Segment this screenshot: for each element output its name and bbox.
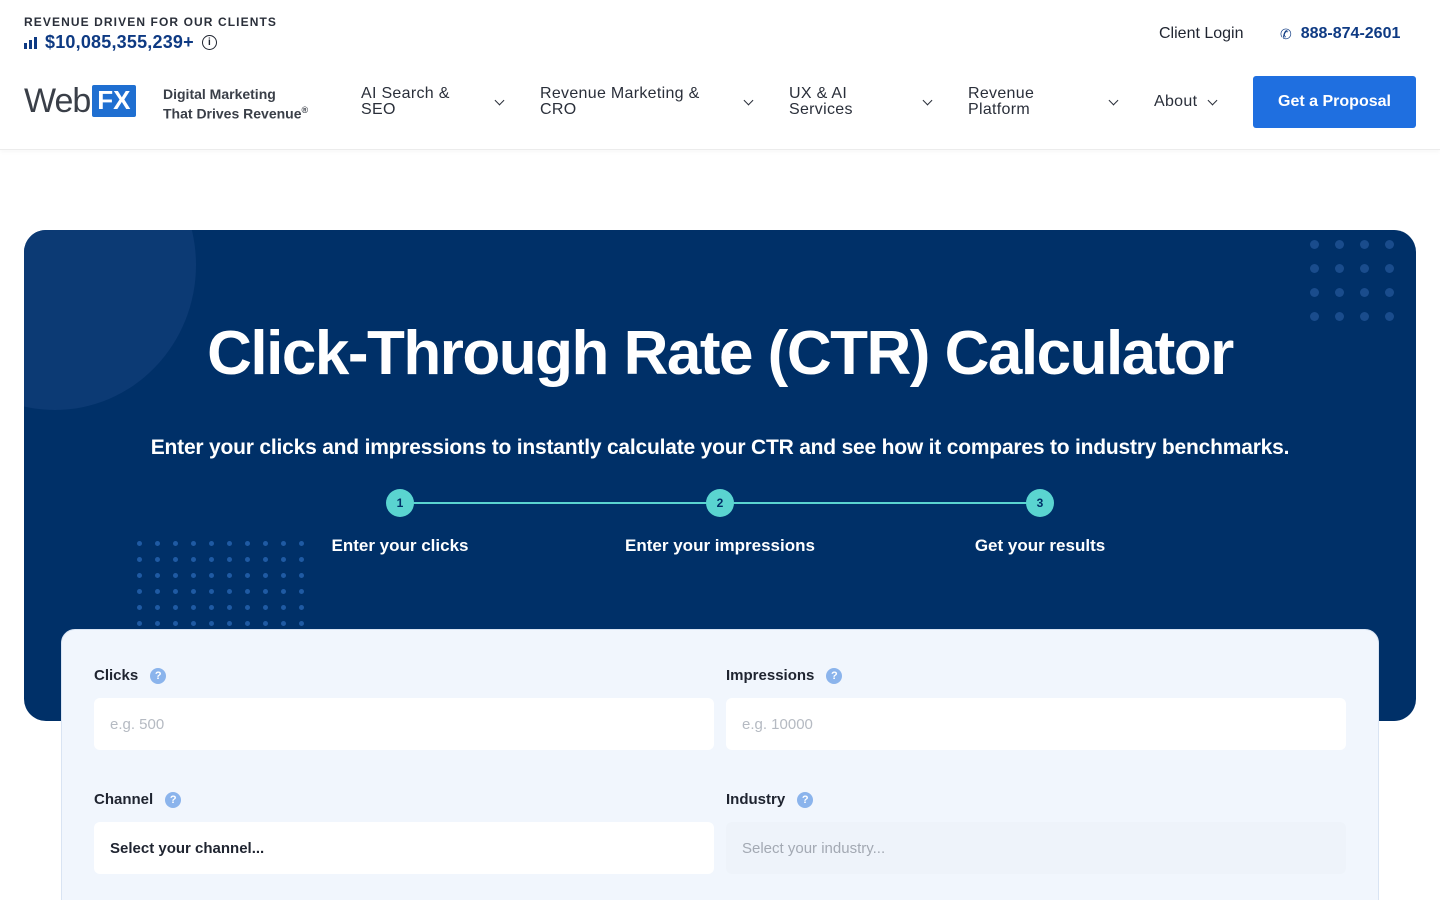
- impressions-label: Impressions ?: [726, 667, 843, 684]
- nav-label: About: [1154, 93, 1198, 110]
- nav-label: UX & AI: [789, 85, 848, 102]
- help-icon[interactable]: ?: [150, 667, 167, 684]
- nav-item-revenue-platform[interactable]: Revenue Platform: [968, 86, 1034, 118]
- step-1-badge: 1: [386, 489, 414, 517]
- logo-web-text: Web: [24, 82, 91, 120]
- nav-item-ai-search-seo[interactable]: AI Search & SEO: [361, 86, 450, 118]
- registered-mark: ®: [301, 105, 309, 115]
- nav-label: Services: [789, 101, 853, 118]
- impressions-label-text: Impressions: [726, 667, 815, 684]
- channel-label: Channel ?: [94, 791, 182, 808]
- site-header: REVENUE DRIVEN FOR OUR CLIENTS $10,085,3…: [0, 0, 1440, 150]
- help-icon[interactable]: ?: [165, 791, 182, 808]
- step-1-label: Enter your clicks: [331, 536, 469, 555]
- step-connector: [720, 502, 1040, 504]
- nav-item-revenue-marketing-cro[interactable]: Revenue Marketing & CRO: [540, 86, 700, 118]
- nav-item-about[interactable]: About: [1154, 94, 1197, 110]
- phone-icon: ✆: [1280, 25, 1292, 42]
- nav-label: CRO: [540, 101, 577, 118]
- client-login-link[interactable]: Client Login: [1159, 25, 1244, 43]
- clicks-label-text: Clicks: [94, 667, 139, 684]
- industry-select[interactable]: Select your industry...: [726, 822, 1346, 874]
- channel-label-text: Channel: [94, 791, 154, 808]
- revenue-counter: $10,085,355,239+ i: [24, 32, 217, 53]
- industry-label: Industry ?: [726, 791, 814, 808]
- step-3-label: Get your results: [974, 536, 1106, 555]
- tagline-line-2: That Drives Revenue: [163, 105, 302, 122]
- tagline: Digital Marketing That Drives Revenue®: [163, 86, 308, 122]
- tagline-line-1: Digital Marketing: [163, 86, 276, 102]
- channel-select[interactable]: Select your channel...: [94, 822, 714, 874]
- step-3-badge: 3: [1026, 489, 1054, 517]
- help-icon[interactable]: ?: [797, 791, 814, 808]
- phone-link[interactable]: ✆ 888-874-2601: [1280, 25, 1400, 43]
- nav-label: SEO: [361, 101, 396, 118]
- industry-label-text: Industry: [726, 791, 786, 808]
- chevron-down-icon[interactable]: [1207, 95, 1218, 106]
- step-2-label: Enter your impressions: [625, 536, 815, 555]
- phone-number: 888-874-2601: [1300, 25, 1401, 42]
- logo-fx-text: FX: [92, 85, 136, 117]
- bar-chart-icon: [24, 36, 37, 49]
- help-icon[interactable]: ?: [826, 667, 843, 684]
- chevron-down-icon[interactable]: [743, 95, 754, 106]
- nav-label: AI Search &: [361, 85, 450, 102]
- ctr-calculator-form: Clicks ? Impressions ? Channel ? Select …: [61, 629, 1379, 900]
- nav-item-ux-ai-services[interactable]: UX & AI Services: [789, 86, 853, 118]
- info-icon[interactable]: i: [201, 35, 217, 50]
- clicks-label: Clicks ?: [94, 667, 167, 684]
- revenue-amount: $10,085,355,239+: [45, 32, 194, 52]
- webfx-logo[interactable]: Web FX: [24, 84, 136, 118]
- chevron-down-icon[interactable]: [922, 95, 933, 106]
- revenue-label: REVENUE DRIVEN FOR OUR CLIENTS: [24, 15, 278, 29]
- page-subtitle: Enter your clicks and impressions to ins…: [150, 436, 1290, 459]
- decorative-dot-grid: [1310, 240, 1394, 321]
- nav-label: Revenue Marketing &: [540, 85, 700, 102]
- nav-label: Platform: [968, 101, 1030, 118]
- impressions-input[interactable]: [726, 698, 1346, 750]
- chevron-down-icon[interactable]: [1108, 95, 1119, 106]
- chevron-down-icon[interactable]: [494, 95, 505, 106]
- clicks-input[interactable]: [94, 698, 714, 750]
- page-title: Click-Through Rate (CTR) Calculator: [207, 319, 1234, 388]
- nav-label: Revenue: [968, 85, 1035, 102]
- step-connector: [400, 502, 720, 504]
- get-proposal-button[interactable]: Get a Proposal: [1253, 76, 1416, 128]
- step-2-badge: 2: [706, 489, 734, 517]
